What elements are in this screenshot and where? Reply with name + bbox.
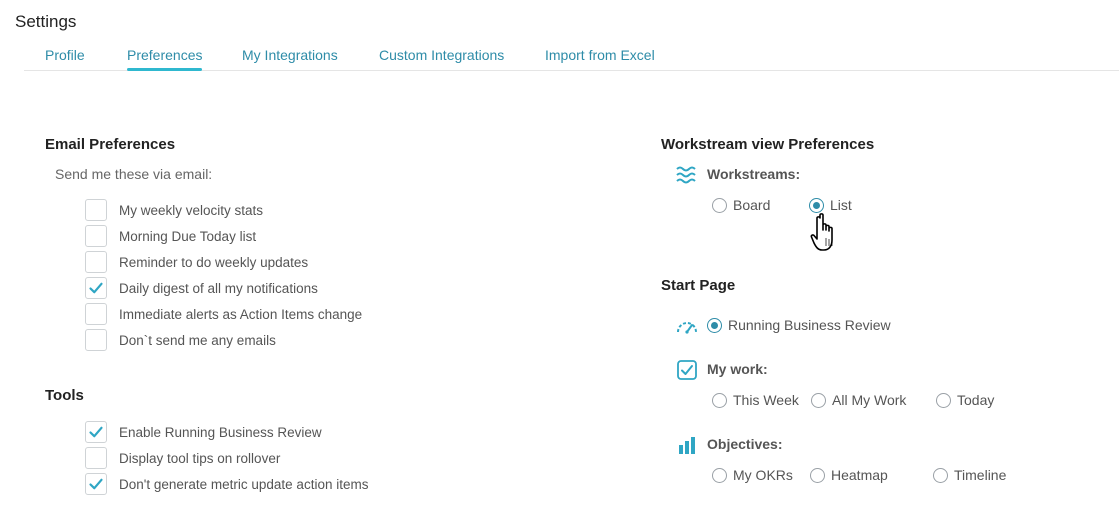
- radio-label: My OKRs: [733, 467, 793, 483]
- checkmark-icon: [89, 478, 103, 490]
- bar-chart-icon: [679, 437, 695, 454]
- gauge-icon: [677, 322, 697, 334]
- checkbox[interactable]: [85, 303, 107, 325]
- checkbox-icon: [677, 360, 697, 380]
- checkbox-label: Daily digest of all my notifications: [119, 280, 318, 296]
- my-work-option-today[interactable]: Today: [936, 391, 994, 409]
- email-option-immediate-alerts[interactable]: Immediate alerts as Action Items change: [85, 302, 362, 326]
- radio[interactable]: [811, 392, 826, 408]
- radio-label: Today: [957, 392, 995, 408]
- settings-tabs: Profile Preferences My Integrations Cust…: [24, 46, 1119, 71]
- checkmark-icon: [89, 426, 103, 438]
- tools-option-no-metric-items[interactable]: Don't generate metric update action item…: [85, 472, 368, 496]
- email-option-weekly-reminder[interactable]: Reminder to do weekly updates: [85, 250, 308, 274]
- workstreams-label: Workstreams:: [707, 166, 801, 182]
- checkbox-label: Enable Running Business Review: [119, 424, 322, 440]
- checkbox-label: Display tool tips on rollover: [119, 450, 281, 466]
- checkbox-label: Don`t send me any emails: [119, 332, 276, 348]
- radio-label: Timeline: [954, 467, 1007, 483]
- checkbox-label: Reminder to do weekly updates: [119, 254, 309, 270]
- tools-option-running-review[interactable]: Enable Running Business Review: [85, 420, 322, 444]
- radio[interactable]: [712, 197, 727, 213]
- workstream-preferences-heading: Workstream view Preferences: [661, 136, 875, 153]
- page-title: Settings: [15, 12, 77, 31]
- objectives-option-timeline[interactable]: Timeline: [933, 466, 1006, 484]
- checkbox-label: Immediate alerts as Action Items change: [119, 306, 363, 322]
- radio[interactable]: [810, 467, 825, 483]
- checkbox[interactable]: [85, 447, 107, 469]
- radio-label: Heatmap: [831, 467, 888, 483]
- my-work-option-this-week[interactable]: This Week: [712, 391, 799, 409]
- tab-custom-integrations[interactable]: Custom Integrations: [379, 47, 504, 63]
- workstreams-icon: [676, 166, 696, 184]
- tools-option-tooltips[interactable]: Display tool tips on rollover: [85, 446, 280, 470]
- checkbox-checked[interactable]: [85, 421, 107, 443]
- tab-preferences[interactable]: Preferences: [127, 47, 203, 71]
- checkbox-label: Don't generate metric update action item…: [119, 476, 369, 492]
- hand-cursor-icon: [810, 213, 833, 251]
- email-preferences-subtitle: Send me these via email:: [55, 166, 213, 182]
- start-page-running-review[interactable]: Running Business Review: [707, 316, 891, 334]
- checkbox-label: Morning Due Today list: [119, 228, 257, 244]
- email-option-no-emails[interactable]: Don`t send me any emails: [85, 328, 276, 352]
- radio-label: This Week: [733, 392, 799, 408]
- objectives-option-my-okrs[interactable]: My OKRs: [712, 466, 793, 484]
- objectives-option-heatmap[interactable]: Heatmap: [810, 466, 888, 484]
- checkbox[interactable]: [85, 329, 107, 351]
- my-work-label: My work:: [707, 361, 768, 377]
- tools-heading: Tools: [45, 387, 84, 404]
- tab-profile[interactable]: Profile: [45, 47, 85, 63]
- objectives-label: Objectives:: [707, 436, 783, 452]
- email-option-morning-due-today[interactable]: Morning Due Today list: [85, 224, 256, 248]
- radio-label: Board: [733, 197, 771, 213]
- my-work-option-all-my-work[interactable]: All My Work: [811, 391, 906, 409]
- checkbox-label: My weekly velocity stats: [119, 202, 264, 218]
- checkbox[interactable]: [85, 199, 107, 221]
- radio[interactable]: [712, 467, 727, 483]
- checkbox[interactable]: [85, 251, 107, 273]
- checkbox-checked[interactable]: [85, 473, 107, 495]
- radio[interactable]: [936, 392, 951, 408]
- radio[interactable]: [712, 392, 727, 408]
- tab-my-integrations[interactable]: My Integrations: [242, 47, 338, 63]
- tab-import-from-excel[interactable]: Import from Excel: [545, 47, 655, 63]
- checkbox-checked[interactable]: [85, 277, 107, 299]
- email-option-daily-digest[interactable]: Daily digest of all my notifications: [85, 276, 318, 300]
- radio[interactable]: [933, 467, 948, 483]
- radio-selected[interactable]: [707, 317, 722, 333]
- radio-label: All My Work: [832, 392, 907, 408]
- radio-label: Running Business Review: [728, 317, 891, 333]
- checkbox[interactable]: [85, 225, 107, 247]
- email-preferences-heading: Email Preferences: [45, 136, 176, 153]
- email-option-weekly-velocity[interactable]: My weekly velocity stats: [85, 198, 263, 222]
- workstream-option-board[interactable]: Board: [712, 196, 770, 214]
- checkmark-icon: [89, 282, 103, 294]
- start-page-heading: Start Page: [661, 277, 736, 294]
